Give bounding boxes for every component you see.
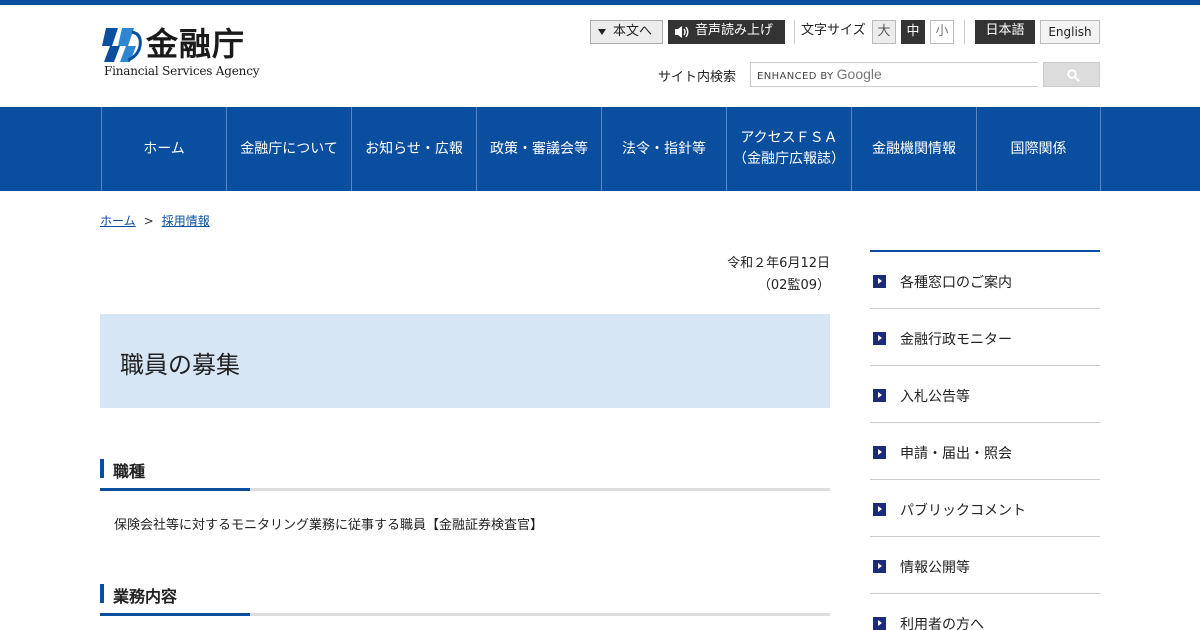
logo-japanese-text: 金融庁 <box>146 25 246 63</box>
language-japanese-button[interactable]: 日本語 <box>975 20 1035 44</box>
triangle-down-icon <box>598 29 606 35</box>
nav-item-institutions[interactable]: 金融機関情報 <box>851 107 976 191</box>
side-nav-item[interactable]: パブリックコメント <box>870 480 1100 537</box>
header-divider <box>964 20 965 44</box>
side-nav-label: 金融行政モニター <box>900 332 1012 348</box>
side-nav: 各種窓口のご案内 金融行政モニター 入札公告等 申請・届出・照会 パブリックコメ… <box>870 250 1100 630</box>
section-heading-bar <box>100 459 104 478</box>
nav-item-laws[interactable]: 法令・指針等 <box>601 107 726 191</box>
side-nav-label: パブリックコメント <box>900 503 1026 519</box>
side-nav-label: 申請・届出・照会 <box>900 446 1012 462</box>
logo-english-text: Financial Services Agency <box>104 64 260 78</box>
nav-item-access-fsa[interactable]: アクセスＦＳＡ （金融庁広報誌） <box>726 107 851 191</box>
side-nav-label: 情報公開等 <box>900 560 970 576</box>
arrow-right-icon <box>873 389 886 402</box>
section-underline-accent <box>100 613 250 616</box>
fsa-logo-mark-icon <box>102 28 142 62</box>
breadcrumb: ホーム > 採用情報 <box>100 212 210 229</box>
search-placeholder-enhanced: ENHANCED BY <box>757 71 834 82</box>
voice-readout-button[interactable]: 音声読み上げ <box>668 20 785 44</box>
font-size-label: 文字サイズ <box>801 23 866 38</box>
side-nav-item[interactable]: 利用者の方へ <box>870 594 1100 630</box>
side-nav-label: 利用者の方へ <box>900 617 984 630</box>
arrow-right-icon <box>873 503 886 516</box>
side-nav-item[interactable]: 金融行政モニター <box>870 309 1100 366</box>
nav-item-about[interactable]: 金融庁について <box>226 107 351 191</box>
font-size-small-button[interactable]: 小 <box>930 20 954 44</box>
page-title: 職員の募集 <box>120 351 240 379</box>
search-input[interactable]: ENHANCED BY Google <box>750 62 1038 87</box>
section-heading-text: 職種 <box>113 462 146 481</box>
search-button[interactable] <box>1043 62 1100 87</box>
arrow-right-icon <box>873 332 886 345</box>
page-title-box: 職員の募集 <box>100 314 830 408</box>
font-size-medium-button[interactable]: 中 <box>901 20 925 44</box>
side-nav-label: 入札公告等 <box>900 389 970 405</box>
header-divider <box>794 20 795 44</box>
language-english-button[interactable]: English <box>1040 20 1100 44</box>
nav-item-policy[interactable]: 政策・審議会等 <box>476 107 601 191</box>
breadcrumb-home-link[interactable]: ホーム <box>100 214 136 228</box>
search-placeholder-google: Google <box>836 66 882 82</box>
nav-item-international[interactable]: 国際関係 <box>976 107 1101 191</box>
section-heading: 職種 <box>100 459 830 493</box>
arrow-right-icon <box>873 560 886 573</box>
side-nav-item[interactable]: 各種窓口のご案内 <box>870 252 1100 309</box>
skip-to-content-label: 本文へ <box>613 24 653 39</box>
side-nav-item[interactable]: 申請・届出・照会 <box>870 423 1100 480</box>
section-body-text: 保険会社等に対するモニタリング業務に従事する職員【金融証券検査官】 <box>114 518 544 533</box>
top-accent-bar <box>0 0 1200 5</box>
side-nav-item[interactable]: 情報公開等 <box>870 537 1100 594</box>
voice-readout-label: 音声読み上げ <box>695 23 774 38</box>
side-nav-item[interactable]: 入札公告等 <box>870 366 1100 423</box>
font-size-large-button[interactable]: 大 <box>872 20 896 44</box>
site-logo[interactable]: 金融庁 Financial Services Agency <box>102 24 262 80</box>
speaker-icon <box>675 26 689 38</box>
document-number: （02監09） <box>757 278 830 293</box>
arrow-right-icon <box>873 446 886 459</box>
breadcrumb-separator: > <box>143 214 154 228</box>
search-icon <box>1067 69 1080 82</box>
site-search-label: サイト内検索 <box>658 70 737 85</box>
arrow-right-icon <box>873 275 886 288</box>
skip-to-content-button[interactable]: 本文へ <box>590 20 663 44</box>
section-heading: 業務内容 <box>100 584 830 618</box>
publication-date: 令和２年6月12日 <box>727 256 830 271</box>
section-underline-accent <box>100 488 250 491</box>
global-nav: ホーム 金融庁について お知らせ・広報 政策・審議会等 法令・指針等 アクセスＦ… <box>0 107 1200 191</box>
breadcrumb-recruit-link[interactable]: 採用情報 <box>162 214 210 228</box>
publication-date-block: 令和２年6月12日 （02監09） <box>727 253 830 297</box>
side-nav-label: 各種窓口のご案内 <box>900 275 1012 291</box>
nav-item-news[interactable]: お知らせ・広報 <box>351 107 476 191</box>
section-heading-text: 業務内容 <box>113 587 178 606</box>
section-heading-bar <box>100 584 104 603</box>
arrow-right-icon <box>873 617 886 630</box>
nav-item-home[interactable]: ホーム <box>101 107 226 191</box>
